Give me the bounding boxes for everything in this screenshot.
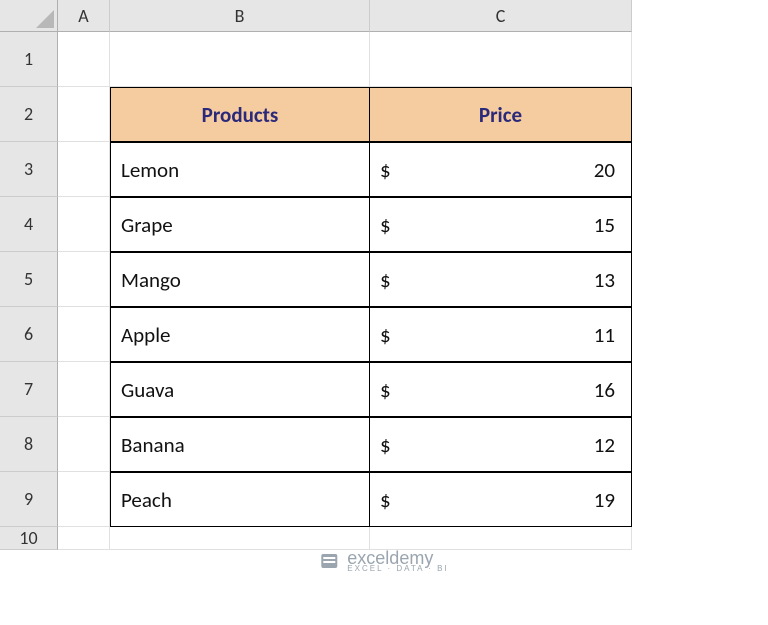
table-row[interactable]: Peach <box>110 472 370 527</box>
row-header-10[interactable]: 10 <box>0 527 58 550</box>
table-row[interactable]: Banana <box>110 417 370 472</box>
row-header-1[interactable]: 1 <box>0 32 58 87</box>
price-value: 12 <box>594 432 615 458</box>
price-value: 11 <box>594 322 615 348</box>
cell-A6[interactable] <box>58 307 110 362</box>
price-value: 16 <box>594 377 615 403</box>
row-header-9[interactable]: 9 <box>0 472 58 527</box>
table-row[interactable]: Apple <box>110 307 370 362</box>
watermark: exceldemy EXCEL · DATA · BI <box>319 549 448 573</box>
cell-A10[interactable] <box>58 527 110 550</box>
table-row[interactable]: $ 11 <box>370 307 632 362</box>
currency-symbol: $ <box>380 322 391 348</box>
currency-symbol: $ <box>380 157 391 183</box>
table-row[interactable]: $ 16 <box>370 362 632 417</box>
row-header-4[interactable]: 4 <box>0 197 58 252</box>
table-row[interactable]: $ 19 <box>370 472 632 527</box>
table-row[interactable]: Lemon <box>110 142 370 197</box>
cell-A1[interactable] <box>58 32 110 87</box>
cell-A9[interactable] <box>58 472 110 527</box>
select-all-corner[interactable] <box>0 0 58 32</box>
column-header-C[interactable]: C <box>370 0 632 32</box>
table-row[interactable]: Mango <box>110 252 370 307</box>
table-row[interactable]: $ 15 <box>370 197 632 252</box>
cell-A8[interactable] <box>58 417 110 472</box>
price-value: 15 <box>594 212 615 238</box>
table-header-price[interactable]: Price <box>370 87 632 142</box>
logo-icon <box>319 551 339 571</box>
row-header-8[interactable]: 8 <box>0 417 58 472</box>
row-header-3[interactable]: 3 <box>0 142 58 197</box>
table-header-products[interactable]: Products <box>110 87 370 142</box>
price-value: 13 <box>594 267 615 293</box>
spreadsheet-grid: A B C 1 2 Products Price 3 Lemon $ 20 4 … <box>0 0 768 550</box>
currency-symbol: $ <box>380 487 391 513</box>
table-row[interactable]: $ 12 <box>370 417 632 472</box>
column-header-A[interactable]: A <box>58 0 110 32</box>
row-header-6[interactable]: 6 <box>0 307 58 362</box>
cell-B1[interactable] <box>110 32 370 87</box>
column-header-B[interactable]: B <box>110 0 370 32</box>
price-value: 20 <box>594 157 615 183</box>
table-row[interactable]: Guava <box>110 362 370 417</box>
cell-A4[interactable] <box>58 197 110 252</box>
cell-A7[interactable] <box>58 362 110 417</box>
currency-symbol: $ <box>380 377 391 403</box>
currency-symbol: $ <box>380 432 391 458</box>
currency-symbol: $ <box>380 212 391 238</box>
price-value: 19 <box>594 487 615 513</box>
row-header-5[interactable]: 5 <box>0 252 58 307</box>
row-header-2[interactable]: 2 <box>0 87 58 142</box>
cell-C10[interactable] <box>370 527 632 550</box>
table-row[interactable]: $ 13 <box>370 252 632 307</box>
currency-symbol: $ <box>380 267 391 293</box>
watermark-tagline: EXCEL · DATA · BI <box>347 565 448 573</box>
table-row[interactable]: $ 20 <box>370 142 632 197</box>
row-header-7[interactable]: 7 <box>0 362 58 417</box>
table-row[interactable]: Grape <box>110 197 370 252</box>
cell-B10[interactable] <box>110 527 370 550</box>
cell-A2[interactable] <box>58 87 110 142</box>
cell-A3[interactable] <box>58 142 110 197</box>
cell-C1[interactable] <box>370 32 632 87</box>
cell-A5[interactable] <box>58 252 110 307</box>
